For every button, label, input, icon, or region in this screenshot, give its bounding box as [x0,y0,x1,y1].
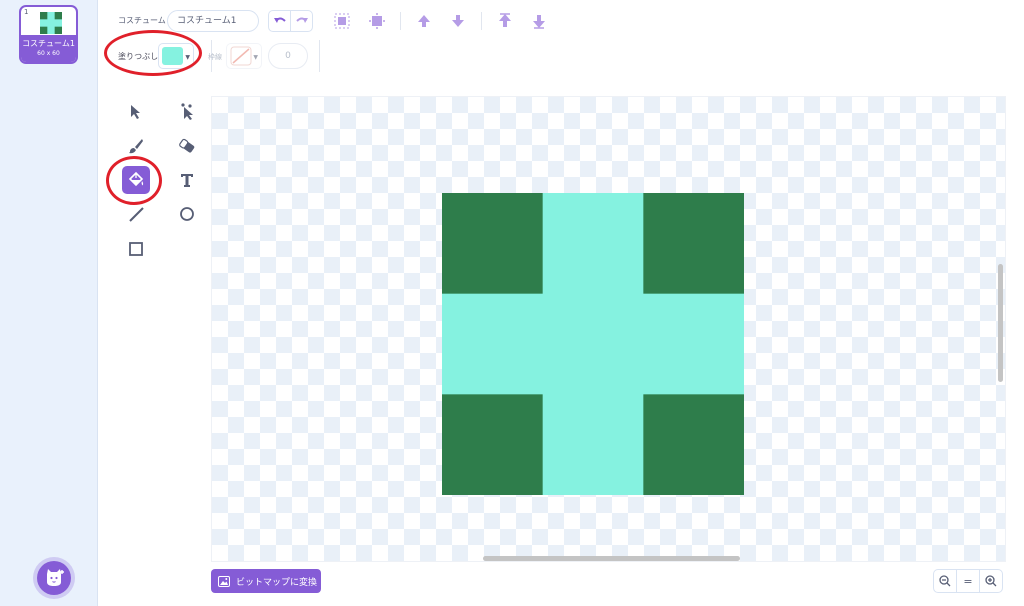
zoom-in-button[interactable] [979,569,1003,593]
rectangle-icon [129,242,143,256]
back-button[interactable] [528,10,550,32]
no-outline-icon [230,46,252,66]
zoom-reset-label: = [963,574,973,588]
line-icon [129,207,144,222]
zoom-in-icon [985,575,997,587]
image-icon [218,575,230,587]
brush-icon [129,139,143,154]
forward-button[interactable] [413,10,435,32]
horizontal-scrollbar[interactable] [483,556,740,561]
convert-to-bitmap-button[interactable]: ビットマップに変換 [211,569,321,593]
circle-tool[interactable] [173,200,201,228]
add-costume-button[interactable] [37,561,71,595]
circle-icon [180,207,194,221]
reshape-tool[interactable] [173,98,201,126]
ungroup-icon [369,13,385,29]
cursor-arrow-icon [131,105,140,119]
reshape-icon [181,103,193,120]
paint-bucket-icon [128,171,144,187]
arrow-to-front-icon [499,13,511,27]
undo-redo-group [268,10,313,32]
fill-label: 塗りつぶし [118,52,159,61]
costume-name-label: コスチューム [118,16,166,25]
toolbar-divider [400,12,401,30]
eraser-tool[interactable] [173,132,201,160]
outline-color-picker[interactable]: ▼ [226,43,262,69]
arrow-up-icon [418,15,430,27]
eraser-icon [179,138,195,153]
zoom-controls: = [933,569,1003,593]
redo-button[interactable] [290,10,313,32]
costume-thumbnail [40,12,62,34]
brush-tool[interactable] [122,132,150,160]
costume-name: コスチューム1 [22,39,75,48]
select-tool[interactable] [122,98,150,126]
outline-label: 枠線 [208,53,222,61]
text-t-icon [181,174,193,187]
zoom-out-icon [939,575,951,587]
line-tool[interactable] [122,200,150,228]
dropdown-caret-icon: ▼ [253,54,258,61]
convert-to-bitmap-label: ビットマップに変換 [236,577,318,588]
outline-width-input[interactable]: 0 [268,43,308,69]
costume-tile[interactable]: 1 コスチューム1 60 x 60 [19,5,78,64]
toolbar-divider [481,12,482,30]
vertical-scrollbar[interactable] [998,264,1003,382]
fill-color-picker[interactable]: ▼ [158,43,194,69]
arrow-to-back-icon [533,15,545,29]
costume-info: コスチューム1 60 x 60 [21,35,76,62]
undo-icon [273,17,286,23]
costume-list: 1 コスチューム1 60 x 60 [0,0,98,606]
fill-tool[interactable] [122,166,150,194]
toolbar-divider [319,40,320,72]
costume-name-input[interactable]: コスチューム1 [167,10,259,32]
ungroup-button[interactable] [366,10,388,32]
paint-canvas[interactable] [211,96,1006,562]
costume-artwork [442,193,744,495]
backward-button[interactable] [447,10,469,32]
text-tool[interactable] [173,166,201,194]
cat-add-icon [47,569,64,586]
fill-color-swatch [162,47,183,65]
group-button[interactable] [331,10,353,32]
zoom-reset-button[interactable]: = [956,569,980,593]
undo-button[interactable] [268,10,291,32]
rectangle-tool[interactable] [122,235,150,263]
dropdown-caret-icon: ▼ [185,54,190,61]
arrow-down-icon [452,15,464,27]
front-button[interactable] [494,10,516,32]
redo-icon [295,17,308,23]
zoom-out-button[interactable] [933,569,957,593]
costume-index: 1 [24,8,29,16]
group-icon [334,13,350,29]
costume-size: 60 x 60 [37,50,60,57]
